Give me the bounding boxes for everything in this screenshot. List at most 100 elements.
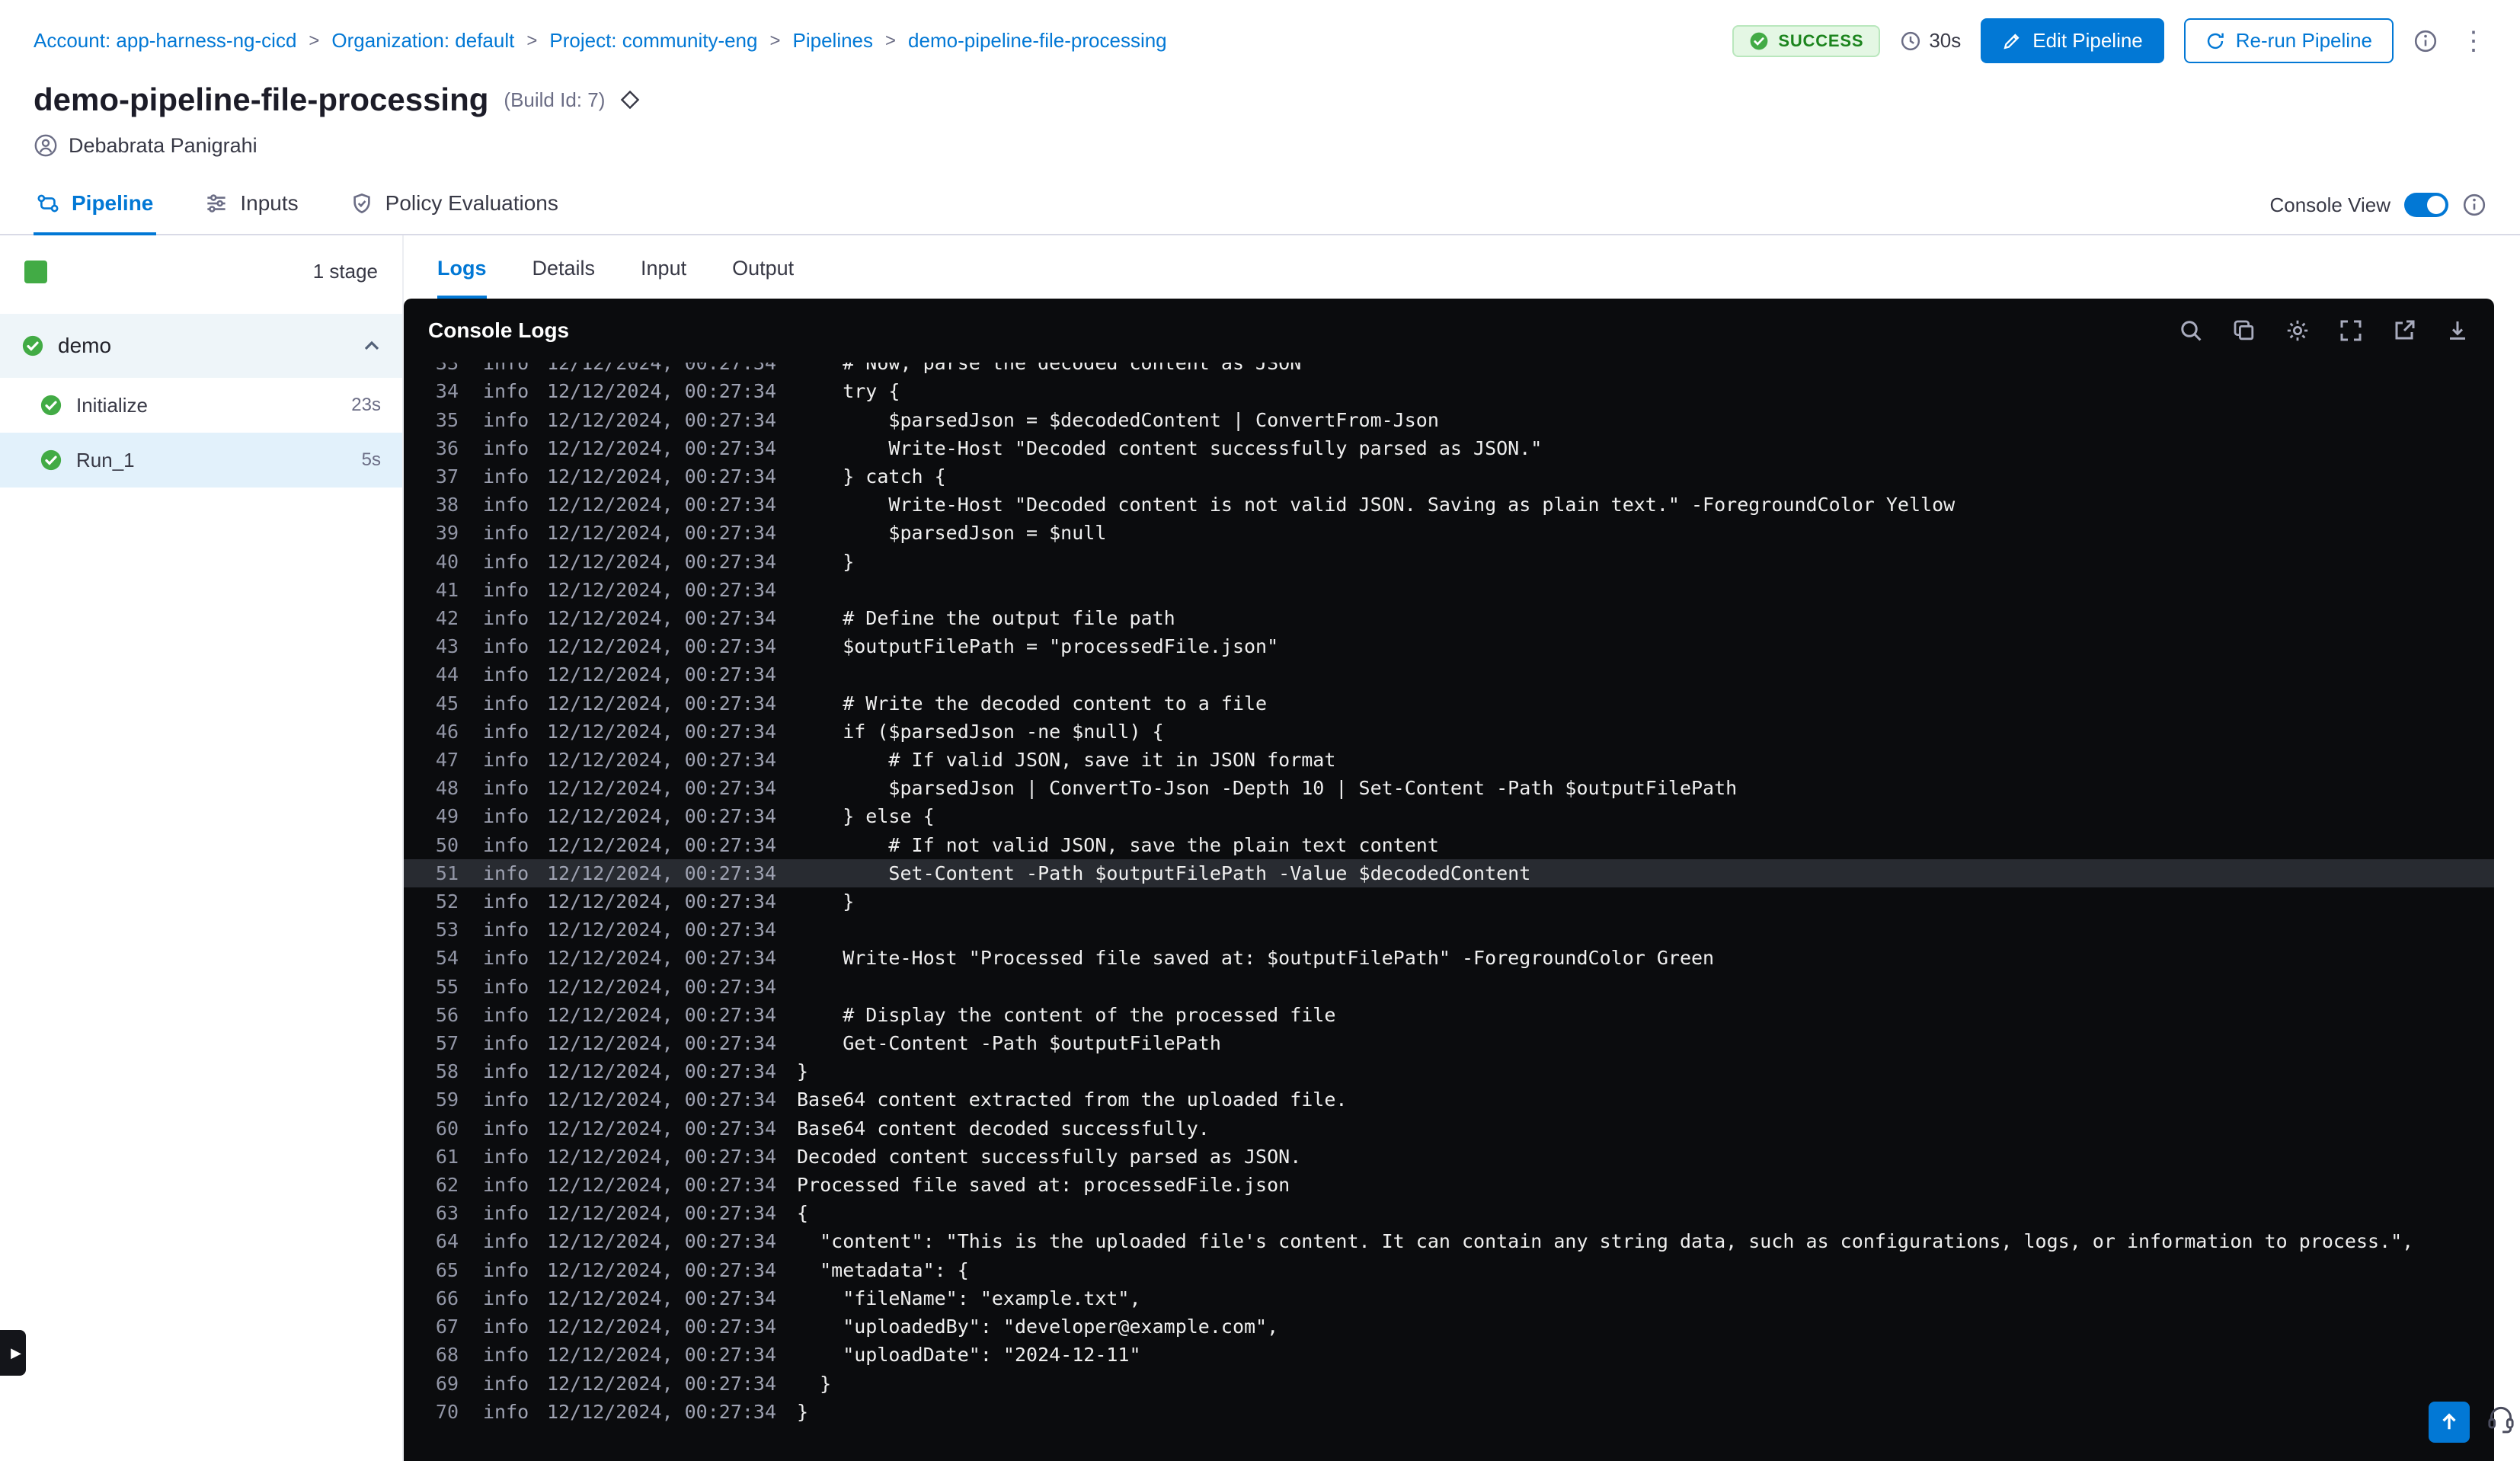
log-line: 43 info 12/12/2024, 00:27:34 $outputFilePa… (404, 632, 2494, 660)
panel-expand-handle[interactable]: ▶ (0, 1330, 26, 1376)
log-timestamp: 12/12/2024, 00:27:34 (547, 975, 777, 998)
more-options-button[interactable]: ⋮ (2458, 28, 2490, 54)
log-line: 54 info 12/12/2024, 00:27:34 Write-Host "P… (404, 944, 2494, 972)
scroll-to-top-button[interactable] (2429, 1402, 2470, 1443)
tab-label: Inputs (240, 191, 299, 216)
log-level: info (483, 805, 529, 828)
log-timestamp: 12/12/2024, 00:27:34 (547, 1174, 777, 1197)
log-text: Set-Content -Path $outputFilePath -Value… (797, 862, 1531, 884)
log-tab-details[interactable]: Details (532, 257, 596, 299)
log-level: info (483, 720, 529, 743)
log-line-number: 33 (435, 363, 459, 375)
log-line: 50 info 12/12/2024, 00:27:34 # If not vali… (404, 831, 2494, 859)
log-level: info (483, 550, 529, 573)
log-line-number: 47 (435, 749, 459, 772)
log-timestamp: 12/12/2024, 00:27:34 (547, 522, 777, 545)
log-timestamp: 12/12/2024, 00:27:34 (547, 1032, 777, 1055)
console-view-info-icon[interactable] (2462, 193, 2486, 217)
log-level: info (483, 1344, 529, 1367)
log-timestamp: 12/12/2024, 00:27:34 (547, 363, 777, 375)
log-line-number: 35 (435, 408, 459, 431)
breadcrumb-link[interactable]: demo-pipeline-file-processing (908, 29, 1167, 53)
log-line-number: 56 (435, 1003, 459, 1026)
log-text: # Write the decoded content to a file (797, 692, 1268, 715)
tab-label: Pipeline (72, 191, 154, 216)
log-level: info (483, 777, 529, 800)
chevron-up-icon[interactable] (363, 337, 381, 355)
tab-pipeline[interactable]: Pipeline (34, 176, 157, 236)
log-level: info (483, 494, 529, 516)
duration-text: 30s (1929, 29, 1962, 53)
log-line-number: 44 (435, 663, 459, 686)
breadcrumb-link[interactable]: Organization: default (331, 29, 514, 53)
log-line: 51 info 12/12/2024, 00:27:34 Set-Content -… (404, 858, 2494, 888)
support-headset-icon[interactable] (2485, 1402, 2517, 1434)
log-text: Processed file saved at: processedFile.j… (797, 1174, 1290, 1197)
tab-label: Policy Evaluations (385, 191, 558, 216)
copy-icon[interactable] (2232, 318, 2256, 343)
tab-inputs[interactable]: Inputs (202, 176, 301, 235)
log-timestamp: 12/12/2024, 00:27:34 (547, 578, 777, 601)
log-line: 55 info 12/12/2024, 00:27:34 (404, 973, 2494, 1001)
log-level: info (483, 522, 529, 545)
breadcrumb-link[interactable]: Project: community-eng (549, 29, 757, 53)
step-name: Run_1 (76, 448, 135, 472)
log-text: try { (797, 380, 900, 403)
log-line: 45 info 12/12/2024, 00:27:34 # Write the d… (404, 689, 2494, 718)
rerun-pipeline-button[interactable]: Re-run Pipeline (2183, 18, 2394, 64)
log-level: info (483, 380, 529, 403)
log-line: 41 info 12/12/2024, 00:27:34 (404, 576, 2494, 604)
log-line: 33 info 12/12/2024, 00:27:34 # Now, parse … (404, 363, 2494, 377)
fullscreen-icon[interactable] (2339, 318, 2363, 343)
breadcrumb-link[interactable]: Pipelines (793, 29, 874, 53)
settings-icon[interactable] (2285, 318, 2310, 343)
console-view-toggle[interactable] (2404, 193, 2448, 218)
log-text: } (797, 890, 855, 913)
toggle-knob (2427, 196, 2445, 215)
page-title: demo-pipeline-file-processing (34, 82, 489, 118)
log-text: Decoded content successfully parsed as J… (797, 1145, 1302, 1168)
log-line-number: 60 (435, 1117, 459, 1140)
log-timestamp: 12/12/2024, 00:27:34 (547, 1316, 777, 1338)
log-line: 59 info 12/12/2024, 00:27:34 Base64 content… (404, 1085, 2494, 1114)
log-line-number: 52 (435, 890, 459, 913)
log-timestamp: 12/12/2024, 00:27:34 (547, 919, 777, 941)
log-line: 39 info 12/12/2024, 00:27:34 $parsedJson =… (404, 519, 2494, 547)
log-text: Base64 content extracted from the upload… (797, 1089, 1348, 1111)
log-level: info (483, 947, 529, 970)
info-icon[interactable] (2413, 29, 2438, 53)
breadcrumb-link[interactable]: Account: app-harness-ng-cicd (34, 29, 296, 53)
log-text: } (797, 1060, 809, 1083)
step-list: Initialize 23s Run_1 5s (0, 378, 402, 488)
step-initialize[interactable]: Initialize 23s (0, 378, 402, 433)
log-timestamp: 12/12/2024, 00:27:34 (547, 862, 777, 884)
log-tab-logs[interactable]: Logs (437, 257, 487, 299)
log-line: 53 info 12/12/2024, 00:27:34 (404, 916, 2494, 944)
edit-pipeline-button[interactable]: Edit Pipeline (1981, 18, 2164, 64)
log-level: info (483, 890, 529, 913)
log-line: 65 info 12/12/2024, 00:27:34 "metadata": { (404, 1256, 2494, 1284)
content: 1 stage demo Initialize 23s Run_1 5s Logs De… (0, 235, 2520, 1461)
search-icon[interactable] (2179, 318, 2203, 343)
log-line: 56 info 12/12/2024, 00:27:34 # Display the… (404, 1001, 2494, 1029)
log-timestamp: 12/12/2024, 00:27:34 (547, 550, 777, 573)
execution-tag-icon[interactable] (620, 90, 640, 110)
clock-icon (1900, 30, 1921, 52)
build-id: (Build Id: 7) (504, 88, 606, 111)
log-body[interactable]: 33 info 12/12/2024, 00:27:34 # Now, parse … (404, 363, 2494, 1461)
step-duration: 23s (351, 395, 381, 416)
stage-demo[interactable]: demo (0, 314, 402, 379)
step-run_1[interactable]: Run_1 5s (0, 433, 402, 488)
log-timestamp: 12/12/2024, 00:27:34 (547, 692, 777, 715)
download-icon[interactable] (2445, 318, 2470, 343)
log-timestamp: 12/12/2024, 00:27:34 (547, 1372, 777, 1395)
rerun-pipeline-label: Re-run Pipeline (2235, 29, 2372, 52)
open-in-new-icon[interactable] (2392, 318, 2416, 343)
log-tab-output[interactable]: Output (732, 257, 794, 299)
log-timestamp: 12/12/2024, 00:27:34 (547, 663, 777, 686)
breadcrumb-separator: > (769, 30, 781, 51)
console-panel: Console Logs 33 info 12/12/2024, 00:27:34 … (404, 299, 2494, 1461)
tab-policy-evaluations[interactable]: Policy Evaluations (347, 176, 561, 235)
log-tab-input[interactable]: Input (641, 257, 686, 299)
log-timestamp: 12/12/2024, 00:27:34 (547, 635, 777, 658)
